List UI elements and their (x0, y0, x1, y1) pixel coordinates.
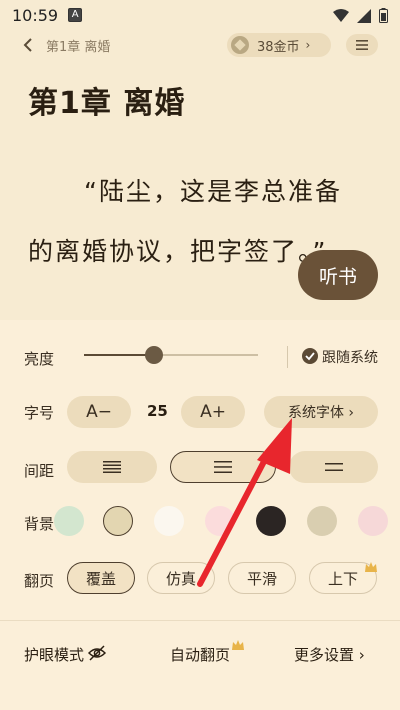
annotation-arrow (197, 418, 292, 587)
system-nav-bar (0, 690, 400, 710)
